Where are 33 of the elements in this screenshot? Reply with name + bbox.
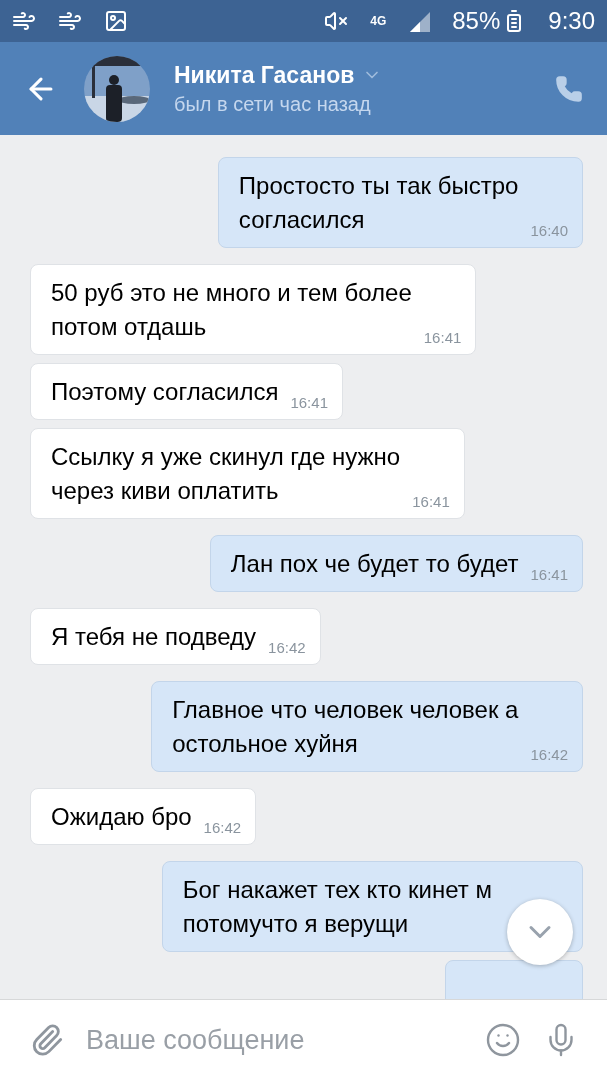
message-text: Простосто ты так быстро согласился <box>238 171 519 235</box>
network-type: 4G <box>370 14 387 28</box>
phone-icon <box>555 74 583 103</box>
message-text: Главное что человек человек а остольное хуйня <box>172 695 519 759</box>
signal-icon <box>408 10 431 32</box>
smiley-icon <box>485 1022 521 1058</box>
battery-percent: 85% <box>452 7 501 35</box>
message-time: 16:42 <box>203 819 242 836</box>
mute-icon <box>324 9 349 33</box>
message-time: 16:41 <box>290 394 328 411</box>
last-seen-status: был в сети час назад <box>174 92 372 116</box>
message-input[interactable]: Ваше сообщение <box>86 1000 463 1080</box>
message-text: Бог накажет тех кто кинет м потомучто я верущи <box>182 875 492 939</box>
call-button[interactable] <box>555 74 583 103</box>
message-text: Я тебя не подведу <box>51 622 257 652</box>
image-icon <box>104 9 128 33</box>
message-time: 16:41 <box>412 493 450 510</box>
message-time: 16:41 <box>423 329 462 346</box>
paperclip-icon <box>30 1023 64 1057</box>
message-text: Поэтому согласился <box>51 377 279 407</box>
message-text: 50 руб это не много и тем более потом отдашь <box>51 278 412 342</box>
attach-button[interactable] <box>30 1023 64 1057</box>
message-time: 16:42 <box>530 746 568 763</box>
contact-name: Никита Гасанов <box>174 61 355 89</box>
message-time: 16:41 <box>530 566 568 583</box>
message-text: Ссылку я уже скинул где нужно через киви оплатить <box>51 442 401 506</box>
clock: 9:30 <box>548 7 595 35</box>
message-time: 16:42 <box>268 639 306 656</box>
emoji-button[interactable] <box>485 1022 521 1058</box>
message-time: 16:40 <box>530 222 568 239</box>
message-text: Лан пох че будет то будет <box>230 549 519 579</box>
message-text: Ожидаю бро <box>51 802 192 832</box>
composer-bar[interactable]: Ваше сообщение <box>0 999 607 1080</box>
